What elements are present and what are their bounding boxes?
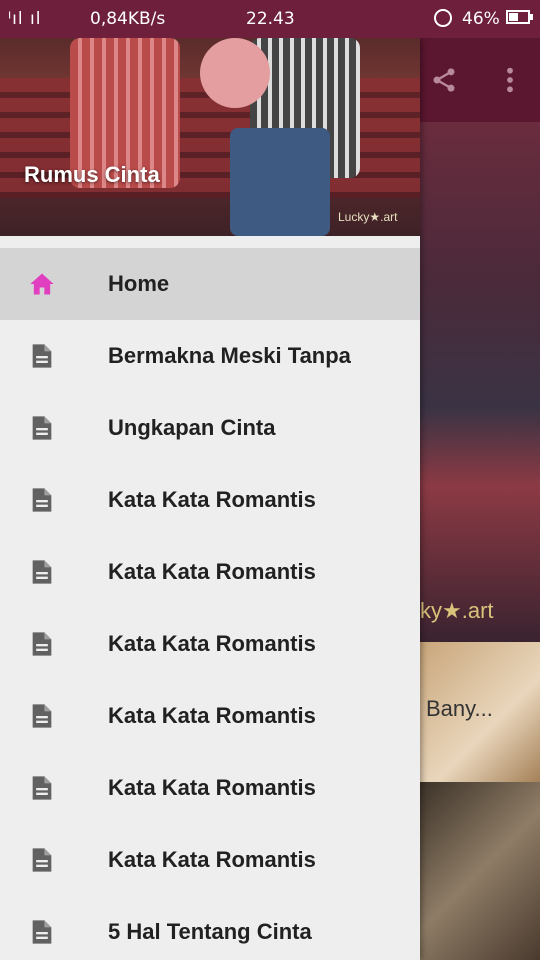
menu-item-post[interactable]: Bermakna Meski Tanpa	[0, 320, 420, 392]
background-watermark: ky★.art	[420, 598, 494, 623]
network-speed: 0,84KB/s	[90, 9, 166, 29]
document-icon	[32, 560, 52, 584]
menu-item-post[interactable]: Ungkapan Cinta	[0, 392, 420, 464]
background-post-card[interactable]: Bany...	[420, 642, 540, 782]
menu-item-label: Bermakna Meski Tanpa	[108, 343, 351, 368]
drawer-menu: Home Bermakna Meski Tanpa Ungkapan Cinta…	[0, 248, 420, 960]
header-image-detail	[230, 128, 330, 236]
background-post-card-2[interactable]	[420, 782, 540, 960]
menu-item-label: Home	[108, 271, 170, 296]
alarm-icon	[434, 9, 452, 27]
background-post-image[interactable]: ky★.art	[420, 122, 540, 642]
battery-percent: 46%	[462, 9, 500, 29]
menu-item-home[interactable]: Home	[0, 248, 420, 320]
menu-item-label: 5 Hal Tentang Cinta	[108, 919, 312, 944]
menu-item-label: Kata Kata Romantis	[108, 559, 316, 584]
menu-item-label: Kata Kata Romantis	[108, 703, 316, 728]
background-card-title: Bany...	[426, 696, 493, 721]
document-icon	[32, 488, 52, 512]
menu-item-post[interactable]: Kata Kata Romantis	[0, 608, 420, 680]
clock: 22.43	[246, 9, 295, 29]
share-icon[interactable]	[430, 66, 458, 94]
document-icon	[32, 704, 52, 728]
document-icon	[32, 632, 52, 656]
menu-item-label: Kata Kata Romantis	[108, 775, 316, 800]
menu-item-post[interactable]: Kata Kata Romantis	[0, 536, 420, 608]
document-icon	[32, 848, 52, 872]
navigation-drawer: Rumus Cinta Lucky★.art Home Bermakna Mes…	[0, 38, 420, 960]
header-watermark: Lucky★.art	[338, 210, 398, 224]
document-icon	[32, 776, 52, 800]
menu-item-label: Kata Kata Romantis	[108, 487, 316, 512]
menu-item-label: Kata Kata Romantis	[108, 631, 316, 656]
menu-item-label: Kata Kata Romantis	[108, 847, 316, 872]
balloon-image	[200, 38, 270, 108]
menu-item-post[interactable]: Kata Kata Romantis	[0, 824, 420, 896]
menu-item-post[interactable]: 5 Hal Tentang Cinta	[0, 896, 420, 960]
drawer-header: Rumus Cinta Lucky★.art	[0, 38, 420, 236]
more-options-icon[interactable]	[500, 66, 520, 94]
status-bar: ᴵıl ıl 0,84KB/s 22.43 46%	[0, 0, 540, 38]
menu-item-post[interactable]: Kata Kata Romantis	[0, 752, 420, 824]
document-icon	[32, 416, 52, 440]
home-icon	[30, 273, 54, 295]
signal-indicator: ᴵıl ıl	[8, 9, 42, 29]
menu-item-post[interactable]: Kata Kata Romantis	[0, 464, 420, 536]
menu-item-post[interactable]: Kata Kata Romantis	[0, 680, 420, 752]
document-icon	[32, 344, 52, 368]
drawer-title: Rumus Cinta	[24, 162, 160, 187]
menu-item-label: Ungkapan Cinta	[108, 415, 276, 440]
document-icon	[32, 920, 52, 944]
battery-icon	[506, 10, 530, 24]
